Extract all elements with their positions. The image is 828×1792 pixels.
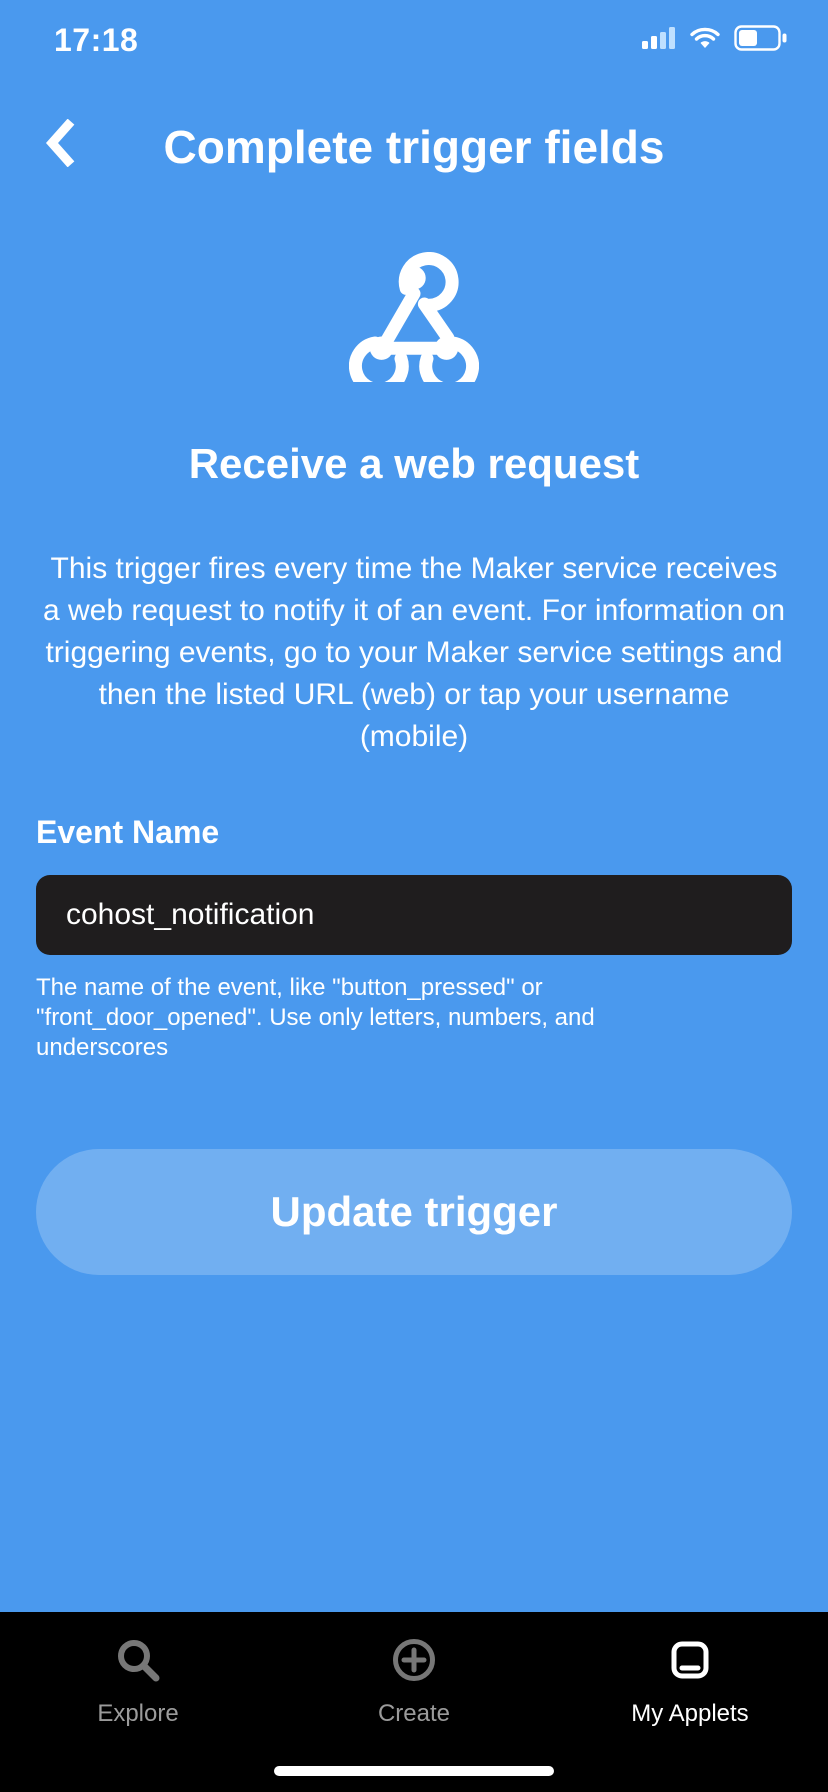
status-time: 17:18 — [54, 22, 138, 59]
trigger-title: Receive a web request — [189, 440, 640, 488]
home-indicator — [274, 1766, 554, 1776]
chevron-left-icon — [44, 119, 76, 170]
plus-circle-icon — [388, 1634, 440, 1686]
tab-bar: Explore Create My Applets — [0, 1612, 828, 1792]
trigger-description: This trigger fires every time the Maker … — [36, 548, 792, 758]
tab-my-applets[interactable]: My Applets — [552, 1612, 828, 1792]
page-title: Complete trigger fields — [164, 120, 665, 174]
event-name-input[interactable] — [36, 875, 792, 955]
status-bar: 17:18 — [0, 0, 828, 80]
back-button[interactable] — [36, 120, 84, 168]
applets-icon — [664, 1634, 716, 1686]
tab-create[interactable]: Create — [276, 1612, 552, 1792]
header: Complete trigger fields — [0, 80, 828, 174]
battery-icon — [734, 25, 788, 56]
webhooks-icon — [349, 252, 479, 382]
cellular-icon — [642, 27, 676, 54]
tab-label: Explore — [97, 1700, 178, 1728]
main-content: Receive a web request This trigger fires… — [0, 174, 828, 1612]
wifi-icon — [688, 26, 722, 55]
event-name-field: Event Name The name of the event, like "… — [36, 814, 792, 1063]
event-name-label: Event Name — [36, 814, 792, 851]
event-name-help: The name of the event, like "button_pres… — [36, 973, 656, 1063]
tab-label: My Applets — [631, 1700, 748, 1728]
tab-label: Create — [378, 1700, 450, 1728]
search-icon — [112, 1634, 164, 1686]
tab-explore[interactable]: Explore — [0, 1612, 276, 1792]
update-trigger-button[interactable]: Update trigger — [36, 1149, 792, 1275]
status-icons — [642, 25, 788, 56]
